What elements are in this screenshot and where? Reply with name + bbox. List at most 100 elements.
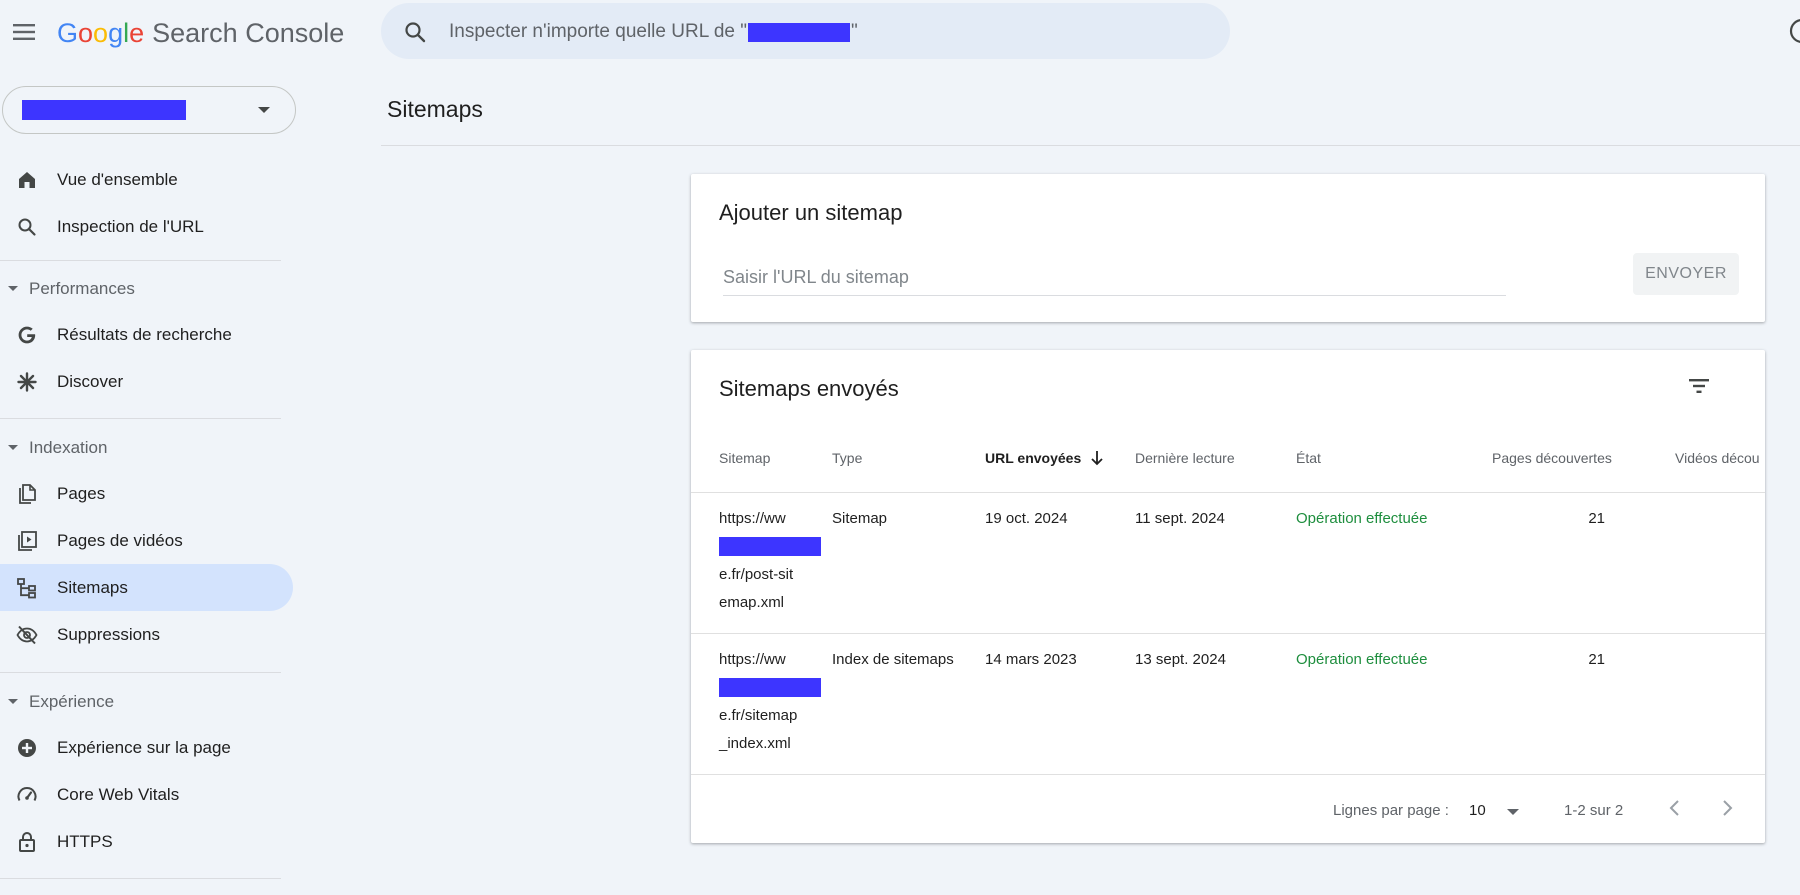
top-bar: Google Search Console Inspecter n'import…: [0, 0, 1800, 64]
sitemap-url-cell[interactable]: https://ww e.fr/post-sit emap.xml: [719, 505, 829, 617]
property-selector[interactable]: [2, 86, 296, 134]
status-cell: Opération effectuée: [1296, 510, 1428, 527]
sitemap-url-part: _index.xml: [719, 735, 791, 752]
rows-per-page-value: 10: [1469, 802, 1486, 819]
add-sitemap-card: Ajouter un sitemap ENVOYER: [691, 174, 1765, 322]
sitemap-url-part: e.fr/sitemap: [719, 707, 798, 724]
redacted-domain: [719, 537, 821, 556]
google-g-icon: [18, 326, 36, 344]
discovered-pages-cell: 21: [1588, 651, 1605, 668]
logo-letter: e: [129, 17, 145, 48]
nav-divider: [0, 878, 281, 879]
sidebar-item-discover[interactable]: Discover: [0, 358, 293, 405]
caret-down-icon: [8, 445, 18, 450]
nav-section-label: Indexation: [29, 438, 108, 457]
row-divider: [691, 774, 1765, 775]
sitemap-url-part: e.fr/post-sit: [719, 566, 794, 583]
chevron-down-icon: [1507, 809, 1519, 815]
column-header-sitemap[interactable]: Sitemap: [719, 450, 770, 466]
sidebar-item-core-web-vitals[interactable]: Core Web Vitals: [0, 771, 293, 818]
column-header-last-read[interactable]: Dernière lecture: [1135, 450, 1235, 466]
column-header-status[interactable]: État: [1296, 450, 1321, 466]
column-header-urls-submitted[interactable]: URL envoyées: [985, 450, 1104, 466]
nav-divider: [0, 672, 281, 673]
lock-icon: [19, 832, 35, 852]
filter-icon[interactable]: [1685, 372, 1713, 400]
sidebar-item-label: Discover: [57, 372, 124, 391]
hamburger-menu-icon[interactable]: [12, 18, 38, 46]
sidebar-item-label: Pages de vidéos: [57, 531, 183, 550]
sidebar-item-pages[interactable]: Pages: [0, 470, 293, 517]
sidebar-item-overview[interactable]: Vue d'ensemble: [0, 156, 293, 203]
nav-section-experience[interactable]: Expérience: [0, 687, 290, 717]
sidebar-item-label: Résultats de recherche: [57, 325, 232, 344]
sidebar-item-https[interactable]: HTTPS: [0, 818, 293, 865]
eye-off-icon: [16, 625, 38, 645]
sidebar-item-label: Pages: [57, 484, 106, 503]
column-header-discovered-videos[interactable]: Vidéos décou: [1675, 450, 1760, 466]
sidebar-item-url-inspection[interactable]: Inspection de l'URL: [0, 203, 293, 250]
sitemap-type-cell: Sitemap: [832, 510, 888, 527]
submitted-sitemaps-card: Sitemaps envoyés Sitemap Type URL envoyé…: [691, 350, 1765, 843]
sidebar-item-page-experience[interactable]: Expérience sur la page: [0, 724, 293, 771]
sidebar-item-label: Expérience sur la page: [57, 738, 231, 757]
submitted-date-cell: 19 oct. 2024: [985, 510, 1068, 527]
sidebar-item-label: Suppressions: [57, 625, 161, 644]
sidebar-item-video-pages[interactable]: Pages de vidéos: [0, 517, 293, 564]
url-inspection-search[interactable]: Inspecter n'importe quelle URL de " ": [381, 3, 1230, 59]
redacted-property-name: [22, 100, 186, 120]
status-cell: Opération effectuée: [1296, 651, 1428, 668]
nav-section-indexing[interactable]: Indexation: [0, 433, 290, 463]
sitemap-type-cell: Index de sitemaps: [832, 651, 954, 668]
nav-section-label: Performances: [29, 279, 135, 298]
search-placeholder[interactable]: Inspecter n'importe quelle URL de " ": [449, 21, 858, 43]
sitemap-url-part: https://ww: [719, 651, 786, 668]
sidebar-item-sitemaps[interactable]: Sitemaps: [0, 564, 293, 611]
logo-letter: G: [57, 17, 79, 48]
logo-letter: o: [93, 17, 109, 48]
pagination-range: 1-2 sur 2: [1564, 802, 1624, 819]
sidebar-item-search-results[interactable]: Résultats de recherche: [0, 311, 293, 358]
submitted-date-cell: 14 mars 2023: [985, 651, 1077, 668]
sidebar-item-label: Vue d'ensemble: [57, 170, 178, 189]
logo-letter: o: [78, 17, 94, 48]
column-header-type[interactable]: Type: [832, 450, 862, 466]
add-sitemap-title: Ajouter un sitemap: [719, 200, 903, 225]
nav-divider: [0, 418, 281, 419]
search-placeholder-suffix: ": [851, 21, 858, 42]
rows-per-page-label: Lignes par page :: [1333, 802, 1449, 819]
column-header-label: URL envoyées: [985, 450, 1082, 466]
submitted-sitemaps-title: Sitemaps envoyés: [719, 376, 899, 401]
header-divider: [381, 145, 1800, 146]
asterisk-icon: [17, 372, 37, 392]
rows-per-page-select[interactable]: 10: [1469, 799, 1525, 823]
column-header-discovered-pages[interactable]: Pages découvertes: [1492, 450, 1612, 466]
redacted-domain: [719, 678, 821, 697]
previous-page-button[interactable]: [1661, 794, 1689, 822]
home-icon: [19, 172, 35, 188]
gauge-icon: [17, 787, 37, 801]
sidebar-item-removals[interactable]: Suppressions: [0, 611, 293, 658]
plus-circle-icon: [18, 739, 36, 757]
chevron-down-icon: [258, 107, 270, 113]
caret-down-icon: [8, 286, 18, 291]
search-icon: [18, 218, 36, 236]
redacted-domain: [748, 22, 850, 42]
sitemap-icon: [17, 578, 36, 599]
discovered-pages-cell: 21: [1588, 510, 1605, 527]
help-icon[interactable]: [1788, 16, 1800, 46]
sidebar-item-label: Inspection de l'URL: [57, 217, 204, 236]
video-pages-icon: [18, 531, 37, 551]
last-read-cell: 13 sept. 2024: [1135, 651, 1226, 668]
sidebar-item-label: Core Web Vitals: [57, 785, 180, 804]
next-page-button[interactable]: [1713, 794, 1741, 822]
sitemap-url-cell[interactable]: https://ww e.fr/sitemap _index.xml: [719, 646, 829, 758]
submit-sitemap-button[interactable]: ENVOYER: [1633, 253, 1739, 295]
nav-divider: [0, 260, 281, 261]
google-search-console-logo[interactable]: Google Search Console: [57, 16, 344, 50]
logo-letter: g: [108, 17, 124, 48]
sidebar-item-label: Sitemaps: [57, 578, 128, 597]
page-title: Sitemaps: [387, 96, 483, 122]
sitemap-url-input[interactable]: [723, 260, 1506, 296]
nav-section-performance[interactable]: Performances: [0, 274, 290, 304]
